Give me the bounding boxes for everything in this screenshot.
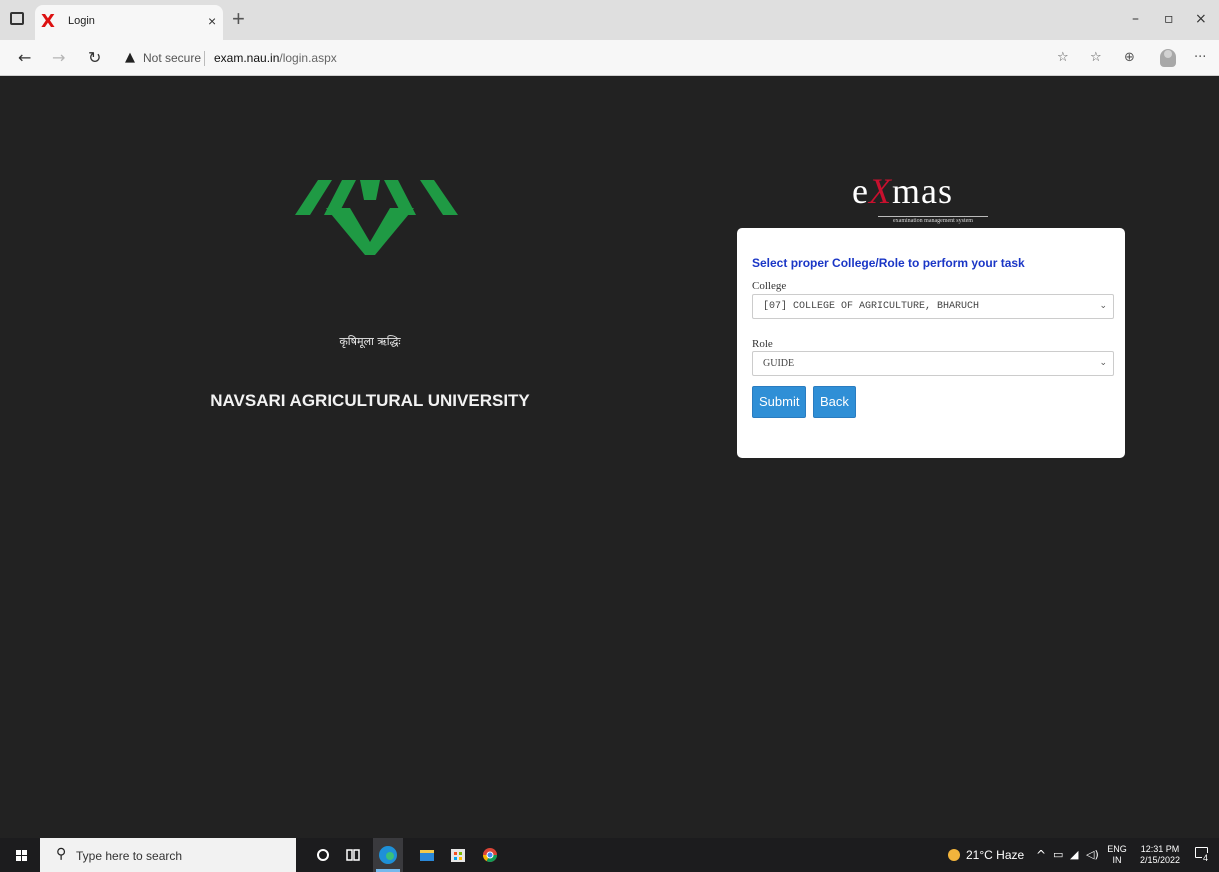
- url-path: /login.aspx: [279, 51, 337, 65]
- notification-count: 4: [1202, 853, 1210, 863]
- window-close-button[interactable]: ×: [1195, 11, 1207, 27]
- browser-tab[interactable]: X Login ×: [35, 5, 223, 40]
- exmas-tagline: examination management system: [878, 216, 988, 224]
- settings-more-icon[interactable]: ···: [1194, 50, 1206, 65]
- forward-arrow-icon[interactable]: →: [52, 48, 65, 67]
- url-host: exam.nau.in: [214, 51, 280, 65]
- university-motto: कृषिमूला ऋद्धिः: [339, 335, 401, 348]
- weather-text[interactable]: 21°C Haze: [966, 848, 1024, 862]
- search-placeholder: Type here to search: [76, 849, 183, 863]
- task-view-icon[interactable]: [343, 845, 363, 865]
- edge-browser-icon[interactable]: [373, 838, 403, 872]
- role-label: Role: [752, 338, 773, 350]
- windows-taskbar: ⚲ Type here to search 21°C Haze ^ ▭ ◢ ◁): [0, 838, 1219, 872]
- logo-center-stripe: [360, 180, 380, 200]
- meet-now-icon[interactable]: ▭: [1053, 848, 1063, 861]
- notifications-icon[interactable]: 4: [1195, 847, 1211, 863]
- exmas-wordmark: eXmas: [852, 171, 953, 211]
- new-tab-button[interactable]: +: [232, 6, 245, 32]
- college-label: College: [752, 280, 787, 292]
- warning-icon[interactable]: ▲: [125, 50, 135, 65]
- submit-button[interactable]: Submit: [752, 386, 807, 418]
- clock-time: 12:31 PM: [1140, 844, 1180, 854]
- security-label[interactable]: Not secure: [143, 51, 201, 65]
- chevron-down-icon: ⌄: [1099, 358, 1107, 368]
- tab-close-icon[interactable]: ×: [208, 13, 216, 29]
- logo-left-stripe: [295, 180, 332, 215]
- back-arrow-icon[interactable]: ←: [18, 48, 31, 67]
- collections-icon[interactable]: ⊕: [1124, 50, 1135, 65]
- exmas-favicon-icon: X: [41, 11, 55, 32]
- logo-v-mark: [326, 208, 414, 255]
- role-selected-value: GUIDE: [763, 358, 795, 369]
- search-icon: ⚲: [56, 846, 67, 862]
- taskbar-search-box[interactable]: ⚲ Type here to search: [40, 838, 296, 872]
- role-select[interactable]: GUIDE ⌄: [752, 351, 1114, 376]
- tab-actions-icon[interactable]: [10, 12, 24, 25]
- add-favorite-icon[interactable]: ☆: [1057, 50, 1069, 65]
- chrome-icon[interactable]: [480, 845, 500, 865]
- clock-date: 2/15/2022: [1139, 855, 1181, 865]
- language-indicator[interactable]: ENG IN: [1107, 844, 1127, 866]
- weather-haze-icon[interactable]: [946, 847, 962, 863]
- network-icon[interactable]: ◢: [1070, 848, 1078, 861]
- logo-right-stripe: [420, 180, 458, 215]
- minimize-button[interactable]: –: [1132, 11, 1139, 27]
- clock[interactable]: 12:31 PM 2/15/2022: [1132, 844, 1188, 866]
- refresh-icon[interactable]: ↻: [88, 48, 101, 67]
- exmas-logo: eXmas examination management system: [852, 170, 1022, 224]
- college-selected-value: [07] COLLEGE OF AGRICULTURE, BHARUCH: [763, 301, 980, 312]
- nau-logo: [295, 180, 458, 255]
- role-selection-card: Select proper College/Role to perform yo…: [737, 228, 1125, 458]
- volume-icon[interactable]: ◁): [1086, 848, 1099, 861]
- cortana-icon[interactable]: [313, 845, 333, 865]
- favorites-icon[interactable]: ☆: [1090, 50, 1102, 65]
- url-field[interactable]: exam.nau.in/login.aspx: [214, 51, 337, 65]
- back-button[interactable]: Back: [813, 386, 856, 418]
- microsoft-store-icon[interactable]: [448, 845, 468, 865]
- college-select[interactable]: [07] COLLEGE OF AGRICULTURE, BHARUCH ⌄: [752, 294, 1114, 319]
- chevron-down-icon: ⌄: [1099, 301, 1107, 311]
- file-explorer-icon[interactable]: [417, 845, 437, 865]
- form-heading: Select proper College/Role to perform yo…: [752, 256, 1025, 270]
- maximize-button[interactable]: ▫: [1164, 11, 1174, 27]
- university-name: NAVSARI AGRICULTURAL UNIVERSITY: [210, 391, 530, 410]
- profile-avatar[interactable]: [1160, 49, 1176, 67]
- tray-chevron-up-icon[interactable]: ^: [1036, 848, 1046, 862]
- address-separator: [204, 51, 205, 66]
- tab-title: Login: [68, 15, 95, 27]
- windows-start-icon[interactable]: [16, 850, 28, 862]
- browser-tab-bar: X Login × + – ▫ ×: [0, 0, 1219, 40]
- address-bar: ← → ↻ ▲ Not secure exam.nau.in/login.asp…: [0, 40, 1219, 76]
